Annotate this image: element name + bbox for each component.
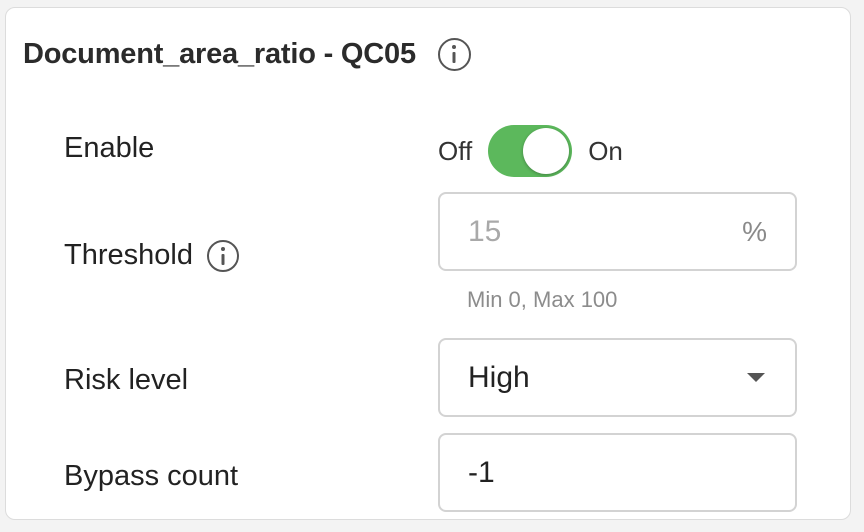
enable-label: Enable (64, 132, 154, 165)
bypass-count-input[interactable]: -1 (438, 433, 797, 512)
enable-toggle-row: Off On (438, 125, 623, 177)
risk-level-select[interactable]: High (438, 338, 797, 417)
toggle-on-label: On (588, 135, 623, 166)
threshold-info-icon[interactable] (206, 239, 239, 272)
info-icon[interactable] (437, 38, 471, 71)
toggle-knob (523, 128, 570, 174)
threshold-input[interactable]: 15 % (438, 192, 797, 271)
threshold-label: Threshold (64, 239, 239, 272)
panel-header: Document_area_ratio - QC05 (23, 38, 471, 71)
toggle-off-label: Off (438, 135, 473, 166)
threshold-hint: Min 0, Max 100 (467, 287, 618, 312)
bypass-count-label-text: Bypass count (64, 460, 239, 492)
threshold-value: 15 (468, 214, 502, 248)
enable-label-text: Enable (64, 132, 155, 164)
settings-card: Document_area_ratio - QC05 Enable Off On… (5, 7, 851, 520)
threshold-label-text: Threshold (64, 239, 193, 271)
enable-toggle[interactable] (488, 125, 573, 177)
risk-level-label: Risk level (64, 364, 188, 397)
risk-level-value: High (468, 360, 530, 394)
percent-unit: % (742, 215, 767, 247)
panel-title: Document_area_ratio - QC05 (23, 38, 416, 70)
bypass-count-value: -1 (468, 455, 495, 489)
chevron-down-icon (747, 373, 765, 382)
bypass-count-label: Bypass count (64, 460, 238, 493)
risk-level-label-text: Risk level (64, 364, 189, 396)
